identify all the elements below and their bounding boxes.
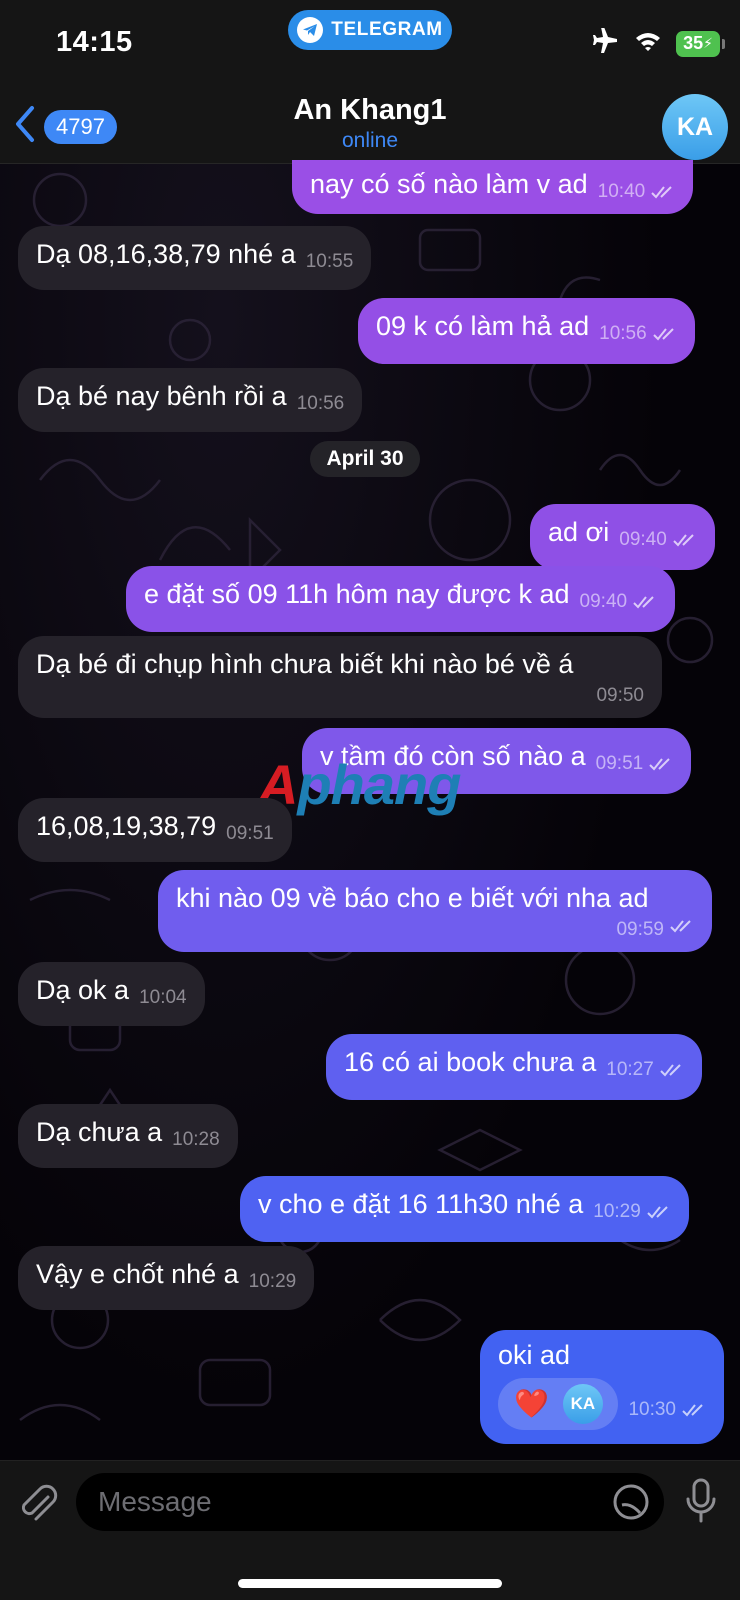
message-bubble[interactable]: khi nào 09 về báo cho e biết với nha ad … — [158, 870, 712, 952]
message-time: 09:59 — [176, 915, 694, 941]
date-separator: April 30 — [310, 441, 420, 477]
message-text: 09 k có làm hả ad — [376, 311, 590, 341]
watermark-logo: Aphang — [258, 753, 461, 816]
double-check-icon — [652, 319, 677, 353]
message-text: Vậy e chốt nhé a — [36, 1259, 239, 1289]
unread-count-badge: 4797 — [44, 109, 117, 144]
microphone-icon[interactable] — [684, 1477, 718, 1530]
message-bubble[interactable]: Vậy e chốt nhé a 10:29 — [18, 1246, 315, 1310]
message-bubble[interactable]: 16 có ai book chưa a 10:27 — [326, 1034, 702, 1100]
message-bubble[interactable]: nay có số nào làm v ad 10:40 — [292, 160, 694, 214]
sticker-icon[interactable] — [612, 1483, 650, 1526]
home-indicator — [238, 1579, 502, 1588]
message-bubble[interactable]: Dạ bé đi chụp hình chưa biết khi nào bé … — [18, 636, 662, 718]
message-bubble[interactable]: 16,08,19,38,79 09:51 — [18, 798, 292, 862]
message-time: 10:29 — [248, 1271, 297, 1292]
message-bubble[interactable]: 09 k có làm hả ad 10:56 — [358, 298, 695, 364]
back-button[interactable]: 4797 — [12, 104, 117, 149]
message-time: 10:56 — [296, 393, 345, 414]
message-time: 09:51 — [596, 747, 674, 783]
back-chevron-icon — [12, 104, 38, 149]
message-input[interactable]: Message — [76, 1473, 664, 1531]
message-bubble[interactable]: e đặt số 09 11h hôm nay được k ad 09:40 — [126, 566, 676, 632]
chat-header: An Khang1 online 4797 KA — [0, 90, 740, 164]
attach-icon[interactable] — [18, 1483, 58, 1532]
message-text: nay có số nào làm v ad — [310, 169, 588, 199]
message-text: Dạ ok a — [36, 975, 130, 1005]
message-placeholder: Message — [98, 1486, 212, 1517]
double-check-icon — [673, 525, 697, 559]
message-bubble[interactable]: Dạ 08,16,38,79 nhé a 10:55 — [18, 226, 372, 290]
message-bubble[interactable]: Dạ bé nay bênh rồi a 10:56 — [18, 368, 363, 432]
message-time: 10:30 — [628, 1393, 706, 1429]
double-check-icon — [649, 749, 673, 783]
message-time: 09:40 — [619, 523, 697, 559]
clock: 14:15 — [56, 26, 133, 58]
message-time: 10:56 — [599, 317, 677, 353]
message-text: Dạ 08,16,38,79 nhé a — [36, 239, 296, 269]
message-bubble[interactable]: Dạ chưa a 10:28 — [18, 1104, 238, 1168]
status-icons: 35 ⚡ — [592, 27, 725, 59]
status-bar: 14:15 TELEGRAM 35 ⚡ — [0, 0, 740, 90]
message-text: v cho e đặt 16 11h30 nhé a — [258, 1189, 584, 1219]
airplane-mode-icon — [592, 27, 620, 59]
message-text: khi nào 09 về báo cho e biết với nha ad — [176, 883, 649, 913]
double-check-icon — [651, 177, 675, 211]
telegram-pill[interactable]: TELEGRAM — [288, 10, 452, 50]
message-text: oki ad — [498, 1340, 571, 1370]
telegram-plane-icon — [297, 17, 324, 43]
message-text: e đặt số 09 11h hôm nay được k ad — [144, 579, 570, 609]
double-check-icon — [670, 917, 694, 939]
battery-level: 35 — [683, 33, 704, 53]
message-text: ad ơi — [548, 517, 610, 547]
battery-icon: 35 ⚡ — [676, 30, 725, 57]
message-time: 09:40 — [580, 585, 658, 621]
double-check-icon — [682, 1395, 706, 1429]
message-time: 10:28 — [172, 1129, 220, 1150]
message-time: 10:04 — [139, 987, 187, 1008]
double-check-icon — [660, 1055, 684, 1089]
reaction-avatar: KA — [562, 1384, 603, 1424]
wifi-icon — [634, 30, 662, 57]
message-time: 10:55 — [305, 251, 354, 272]
heart-reaction-icon: ❤️ — [514, 1388, 549, 1419]
message-bubble[interactable]: Dạ ok a 10:04 — [18, 962, 205, 1026]
double-check-icon — [633, 587, 657, 621]
reaction-chip[interactable]: ❤️ KA — [498, 1378, 618, 1430]
message-text: 16,08,19,38,79 — [36, 811, 217, 841]
message-text: Dạ bé đi chụp hình chưa biết khi nào bé … — [36, 649, 574, 679]
message-bubble[interactable]: ad ơi 09:40 — [530, 504, 715, 570]
message-bubble[interactable]: oki ad ❤️ KA 10:30 — [480, 1330, 724, 1444]
message-text: 16 có ai book chưa a — [344, 1047, 597, 1077]
message-time: 09:50 — [596, 685, 644, 706]
message-time: 10:27 — [606, 1053, 684, 1089]
message-time: 09:51 — [226, 823, 274, 844]
message-text: Dạ bé nay bênh rồi a — [36, 381, 287, 411]
message-time: 10:40 — [598, 175, 676, 211]
pill-label: TELEGRAM — [331, 19, 443, 40]
message-bubble[interactable]: v cho e đặt 16 11h30 nhé a 10:29 — [240, 1176, 689, 1242]
message-time: 10:29 — [593, 1195, 671, 1231]
double-check-icon — [647, 1197, 671, 1231]
message-text: Dạ chưa a — [36, 1117, 163, 1147]
contact-avatar[interactable]: KA — [662, 94, 728, 160]
